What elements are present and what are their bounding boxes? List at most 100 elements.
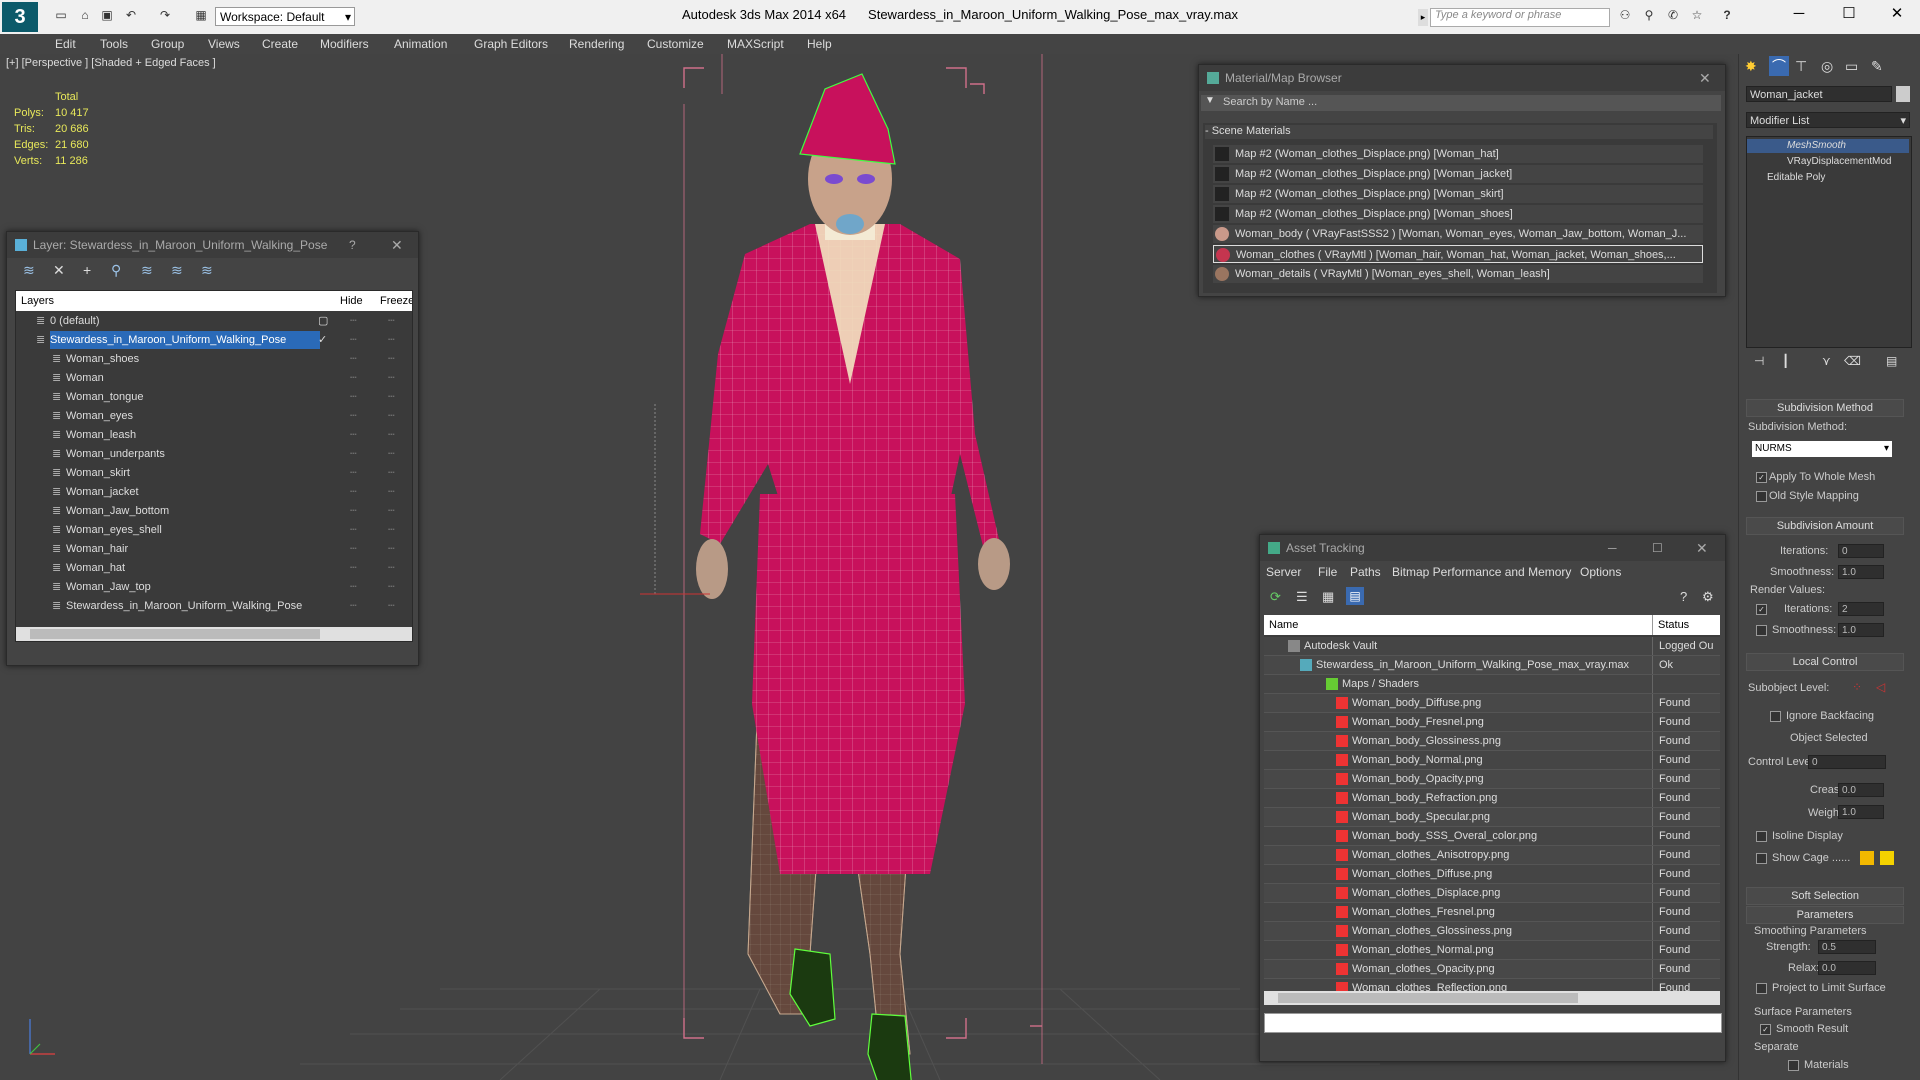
- layer-hide-toggle[interactable]: ┄: [350, 559, 357, 577]
- hierarchy-tab-icon[interactable]: ⊤: [1795, 58, 1807, 75]
- stack-item-editable-poly[interactable]: Editable Poly: [1747, 171, 1909, 185]
- favorites-star-icon[interactable]: ☆: [1688, 6, 1706, 24]
- material-row[interactable]: Map #2 (Woman_clothes_Displace.png) [Wom…: [1213, 205, 1703, 223]
- object-color-swatch[interactable]: [1896, 86, 1910, 102]
- asset-hscroll-thumb[interactable]: [1278, 993, 1578, 1003]
- asset-row[interactable]: Woman_body_Normal.png Found: [1264, 751, 1720, 770]
- show-end-result-icon[interactable]: ┃: [1782, 354, 1789, 368]
- asset-row[interactable]: Woman_clothes_Normal.png Found: [1264, 941, 1720, 960]
- menu-group[interactable]: Group: [151, 37, 184, 51]
- delete-layer-icon[interactable]: ✕: [53, 262, 65, 279]
- layer-hide-toggle[interactable]: ┄: [350, 445, 357, 463]
- col-hide[interactable]: Hide: [340, 295, 363, 307]
- cage-color-swatch-1[interactable]: [1860, 851, 1874, 865]
- menu-customize[interactable]: Customize: [647, 37, 704, 51]
- layer-freeze-toggle[interactable]: ┄: [388, 559, 395, 577]
- smooth-result-checkbox[interactable]: ✓: [1760, 1024, 1771, 1035]
- render-iterations-spinner[interactable]: 2: [1838, 602, 1884, 616]
- app-logo-icon[interactable]: 3: [2, 2, 38, 32]
- asset-row[interactable]: Woman_clothes_Fresnel.png Found: [1264, 903, 1720, 922]
- thumbnail-view-icon[interactable]: ▦: [1322, 589, 1334, 605]
- layer-hide-toggle[interactable]: ┄: [350, 502, 357, 520]
- col-freeze[interactable]: Freeze: [380, 295, 412, 307]
- freeze-all-layers-icon[interactable]: ≋: [201, 262, 213, 279]
- menu-create[interactable]: Create: [262, 37, 298, 51]
- local-control-rollout[interactable]: Local Control: [1746, 653, 1904, 671]
- layer-row[interactable]: ≣ Woman_leash ┄ ┄: [16, 426, 412, 444]
- iterations-spinner[interactable]: 0: [1838, 544, 1884, 558]
- layer-row[interactable]: ≣ Woman_eyes_shell ┄ ┄: [16, 521, 412, 539]
- layer-help-button[interactable]: ?: [349, 232, 356, 258]
- layer-hscrollbar[interactable]: [16, 627, 412, 641]
- modifier-list-dropdown[interactable]: Modifier List ▾: [1746, 112, 1910, 128]
- asset-row[interactable]: Autodesk Vault Logged Ou: [1264, 637, 1720, 656]
- layer-row[interactable]: ≣ Woman_Jaw_bottom ┄ ┄: [16, 502, 412, 520]
- asset-tracking-titlebar[interactable]: Asset Tracking ─ ☐ ✕: [1260, 535, 1725, 561]
- asset-row[interactable]: Woman_clothes_Displace.png Found: [1264, 884, 1720, 903]
- control-level-spinner[interactable]: 0: [1808, 755, 1886, 769]
- asset-close-icon[interactable]: ✕: [1696, 535, 1708, 561]
- render-smoothness-checkbox[interactable]: [1756, 625, 1767, 636]
- menu-graph-editors[interactable]: Graph Editors: [474, 37, 548, 51]
- layer-row[interactable]: ≣ Woman_hat ┄ ┄: [16, 559, 412, 577]
- add-to-layer-icon[interactable]: +: [83, 262, 91, 278]
- search-arrow-icon[interactable]: ▸: [1418, 9, 1428, 26]
- asset-menu-paths[interactable]: Paths: [1350, 565, 1381, 579]
- materials-checkbox[interactable]: [1788, 1060, 1799, 1071]
- make-unique-icon[interactable]: ⋎: [1822, 354, 1831, 368]
- refresh-icon[interactable]: ⟳: [1270, 589, 1281, 605]
- asset-hscrollbar[interactable]: [1264, 991, 1720, 1005]
- layer-freeze-toggle[interactable]: ┄: [388, 426, 395, 444]
- isoline-display-checkbox[interactable]: [1756, 831, 1767, 842]
- ignore-backfacing-checkbox[interactable]: [1770, 711, 1781, 722]
- search-options-icon[interactable]: ▼: [1205, 95, 1215, 106]
- create-tab-icon[interactable]: ✸: [1745, 58, 1757, 75]
- asset-row[interactable]: Maps / Shaders: [1264, 675, 1720, 694]
- layer-freeze-toggle[interactable]: ┄: [388, 312, 395, 330]
- asset-row[interactable]: Woman_clothes_Diffuse.png Found: [1264, 865, 1720, 884]
- crease-spinner[interactable]: 0.0: [1838, 783, 1884, 797]
- show-cage-checkbox[interactable]: [1756, 853, 1767, 864]
- layer-close-icon[interactable]: ✕: [391, 232, 403, 258]
- parameters-rollout[interactable]: Parameters: [1746, 906, 1904, 924]
- asset-row[interactable]: Stewardess_in_Maroon_Uniform_Walking_Pos…: [1264, 656, 1720, 675]
- display-tab-icon[interactable]: ▭: [1845, 58, 1858, 75]
- subscription-icon[interactable]: ⚲: [1640, 6, 1658, 24]
- menu-rendering[interactable]: Rendering: [569, 37, 624, 51]
- list-view-icon[interactable]: ☰: [1296, 589, 1308, 605]
- menu-help[interactable]: Help: [807, 37, 832, 51]
- asset-row[interactable]: Woman_body_Specular.png Found: [1264, 808, 1720, 827]
- menu-edit[interactable]: Edit: [55, 37, 76, 51]
- layer-row[interactable]: ≣ Stewardess_in_Maroon_Uniform_Walking_Po…: [16, 597, 412, 615]
- layer-hide-toggle[interactable]: ┄: [350, 464, 357, 482]
- asset-row[interactable]: Woman_body_Diffuse.png Found: [1264, 694, 1720, 713]
- layer-row[interactable]: ≣ Woman_Jaw_top ┄ ┄: [16, 578, 412, 596]
- active-layer-check-icon[interactable]: ✓: [318, 331, 327, 349]
- layer-hide-toggle[interactable]: ┄: [350, 331, 357, 349]
- col-status[interactable]: Status: [1658, 619, 1689, 631]
- asset-row[interactable]: Woman_body_Glossiness.png Found: [1264, 732, 1720, 751]
- hide-all-layers-icon[interactable]: ≋: [171, 262, 183, 279]
- asset-help-icon[interactable]: ?: [1680, 589, 1687, 604]
- select-in-layer-icon[interactable]: ⚲: [111, 262, 121, 279]
- close-button[interactable]: ✕: [1874, 0, 1920, 30]
- remove-modifier-icon[interactable]: ⌫: [1844, 354, 1861, 368]
- redo-icon[interactable]: ↷: [156, 6, 174, 24]
- layer-freeze-toggle[interactable]: ┄: [388, 388, 395, 406]
- material-row[interactable]: Woman_details ( VRayMtl ) [Woman_eyes_sh…: [1213, 265, 1703, 283]
- asset-minimize-icon[interactable]: ─: [1608, 535, 1617, 561]
- asset-menu-server[interactable]: Server: [1266, 565, 1301, 579]
- weight-spinner[interactable]: 1.0: [1838, 805, 1884, 819]
- layer-hide-toggle[interactable]: ┄: [350, 540, 357, 558]
- menu-animation[interactable]: Animation: [394, 37, 447, 51]
- table-view-icon[interactable]: ▤: [1346, 587, 1364, 605]
- asset-menu-bitmap[interactable]: Bitmap Performance and Memory: [1392, 565, 1571, 579]
- project-folder-icon[interactable]: ▦: [192, 6, 210, 24]
- maximize-button[interactable]: ☐: [1826, 0, 1872, 30]
- configure-sets-icon[interactable]: ▤: [1886, 354, 1897, 368]
- soft-selection-rollout[interactable]: Soft Selection: [1746, 887, 1904, 905]
- layer-freeze-toggle[interactable]: ┄: [388, 331, 395, 349]
- asset-row[interactable]: Woman_body_Opacity.png Found: [1264, 770, 1720, 789]
- edge-level-icon[interactable]: ◁: [1876, 680, 1885, 694]
- motion-tab-icon[interactable]: ◎: [1821, 58, 1833, 75]
